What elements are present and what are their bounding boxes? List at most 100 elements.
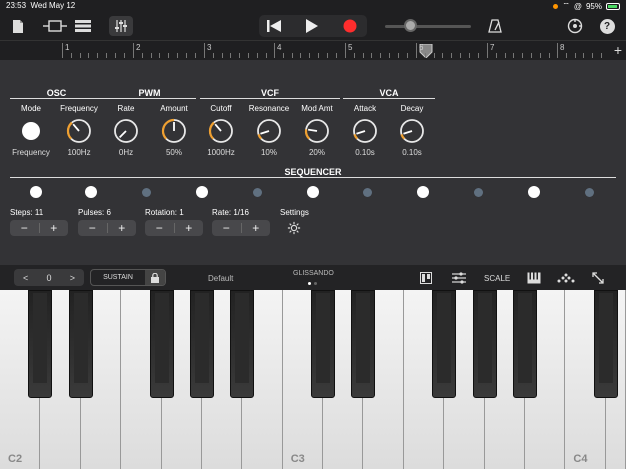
knob-cutoff[interactable]: [208, 118, 234, 144]
timeline-ruler[interactable]: + 1 2 3 4 5 6 7 8: [0, 40, 626, 60]
decrement-button[interactable]: −: [145, 220, 174, 236]
ruler-tick: [433, 53, 435, 58]
increment-button[interactable]: +: [40, 220, 69, 236]
octave-up-button[interactable]: >: [61, 269, 84, 286]
master-volume-thumb[interactable]: [404, 19, 417, 32]
play-icon[interactable]: [303, 17, 321, 35]
sequencer-step[interactable]: [142, 187, 152, 197]
ruler-tick: [326, 53, 328, 58]
ruler-tick: [133, 43, 134, 58]
rewind-icon[interactable]: [265, 17, 283, 35]
ruler-tick: [62, 43, 63, 58]
knob-mod-amt[interactable]: [304, 118, 330, 144]
ruler-tick: [185, 53, 187, 58]
sustain-button[interactable]: SUSTAIN: [90, 269, 166, 286]
ruler-bar-number: 8: [560, 43, 565, 52]
ruler-bar-number: 4: [277, 43, 282, 52]
increment-button[interactable]: +: [108, 220, 137, 236]
black-key[interactable]: [189, 290, 214, 398]
controls-icon[interactable]: [452, 271, 466, 285]
knob-decay[interactable]: [399, 118, 425, 144]
ruler-tick: [141, 53, 143, 58]
ruler-tick: [495, 53, 497, 58]
sequencer-step[interactable]: [252, 187, 262, 197]
keyboard-icon[interactable]: [527, 271, 541, 285]
help-icon[interactable]: ?: [598, 16, 616, 36]
sequencer-step[interactable]: [473, 187, 483, 197]
list-view-icon[interactable]: [74, 16, 92, 36]
black-key[interactable]: [28, 290, 53, 398]
knob-rate[interactable]: [113, 118, 139, 144]
black-key[interactable]: [593, 290, 618, 398]
knob-amount[interactable]: [161, 118, 187, 144]
sequencer-control-label: Rotation: 1: [145, 208, 184, 217]
sequencer-step[interactable]: [195, 186, 208, 198]
sequencer-step[interactable]: [306, 186, 319, 198]
resize-keyboard-icon[interactable]: [592, 271, 604, 285]
ruler-tick: [531, 53, 532, 58]
sequencer-step[interactable]: [363, 187, 373, 197]
sequencer-control-label: Rate: 1/16: [212, 208, 249, 217]
octave-down-button[interactable]: <: [14, 269, 37, 286]
ruler-tick: [522, 53, 524, 58]
increment-button[interactable]: +: [242, 220, 271, 236]
param-value: 0.10s: [402, 148, 422, 157]
scale-button[interactable]: SCALE: [484, 271, 510, 285]
decrement-button[interactable]: −: [212, 220, 241, 236]
ruler-tick: [460, 53, 461, 58]
knob-attack[interactable]: [352, 118, 378, 144]
black-key[interactable]: [513, 290, 538, 398]
keyboard-layout-icon[interactable]: [420, 271, 432, 285]
black-key[interactable]: [351, 290, 376, 398]
knob-resonance[interactable]: [256, 118, 282, 144]
decrement-button[interactable]: −: [78, 220, 107, 236]
ruler-tick: [557, 43, 558, 58]
wifi-icon: ⌔: [562, 1, 570, 10]
black-key[interactable]: [68, 290, 93, 398]
page-dot: [308, 282, 311, 285]
gear-icon[interactable]: [287, 221, 301, 235]
add-section-button[interactable]: +: [614, 42, 622, 58]
sequencer-step[interactable]: [417, 186, 430, 198]
tracks-view-icon[interactable]: [42, 16, 68, 36]
section-title-pwm: PWM: [138, 88, 161, 98]
sequencer-step[interactable]: [85, 186, 98, 198]
sequencer-stepper: − +: [145, 220, 203, 236]
note-label: C2: [8, 453, 23, 465]
sequencer-divider: [10, 177, 616, 178]
settings-icon[interactable]: [566, 16, 584, 36]
location-icon: @: [573, 1, 582, 11]
knob-frequency[interactable]: [66, 118, 92, 144]
ruler-tick: [177, 53, 178, 58]
increment-button[interactable]: +: [175, 220, 204, 236]
ruler-tick: [106, 53, 107, 58]
ruler-tick: [265, 53, 267, 58]
black-key[interactable]: [311, 290, 336, 398]
master-volume-slider[interactable]: [385, 25, 471, 28]
page-dot: [314, 282, 317, 285]
metronome-icon[interactable]: [486, 16, 504, 36]
mode-toggle[interactable]: [22, 122, 40, 140]
black-key[interactable]: [230, 290, 255, 398]
arpeggiator-icon[interactable]: [557, 271, 575, 285]
decrement-button[interactable]: −: [10, 220, 39, 236]
sequencer-step[interactable]: [584, 187, 594, 197]
section-divider: [103, 98, 196, 99]
black-key[interactable]: [149, 290, 174, 398]
document-icon[interactable]: [10, 16, 26, 36]
glissando-mode[interactable]: GLISSANDO: [293, 270, 334, 277]
ruler-tick: [513, 53, 515, 58]
ruler-tick: [345, 43, 346, 58]
ruler-tick: [97, 53, 99, 58]
lock-icon[interactable]: [145, 270, 165, 285]
ruler-tick: [274, 43, 275, 58]
record-icon[interactable]: [341, 17, 359, 35]
ruler-tick: [487, 43, 488, 58]
ruler-tick: [601, 53, 602, 58]
preset-name[interactable]: Default: [208, 274, 233, 283]
mixer-icon[interactable]: [109, 16, 133, 36]
sequencer-step[interactable]: [527, 186, 540, 198]
sequencer-step[interactable]: [30, 186, 42, 198]
black-key[interactable]: [472, 290, 497, 398]
black-key[interactable]: [432, 290, 457, 398]
